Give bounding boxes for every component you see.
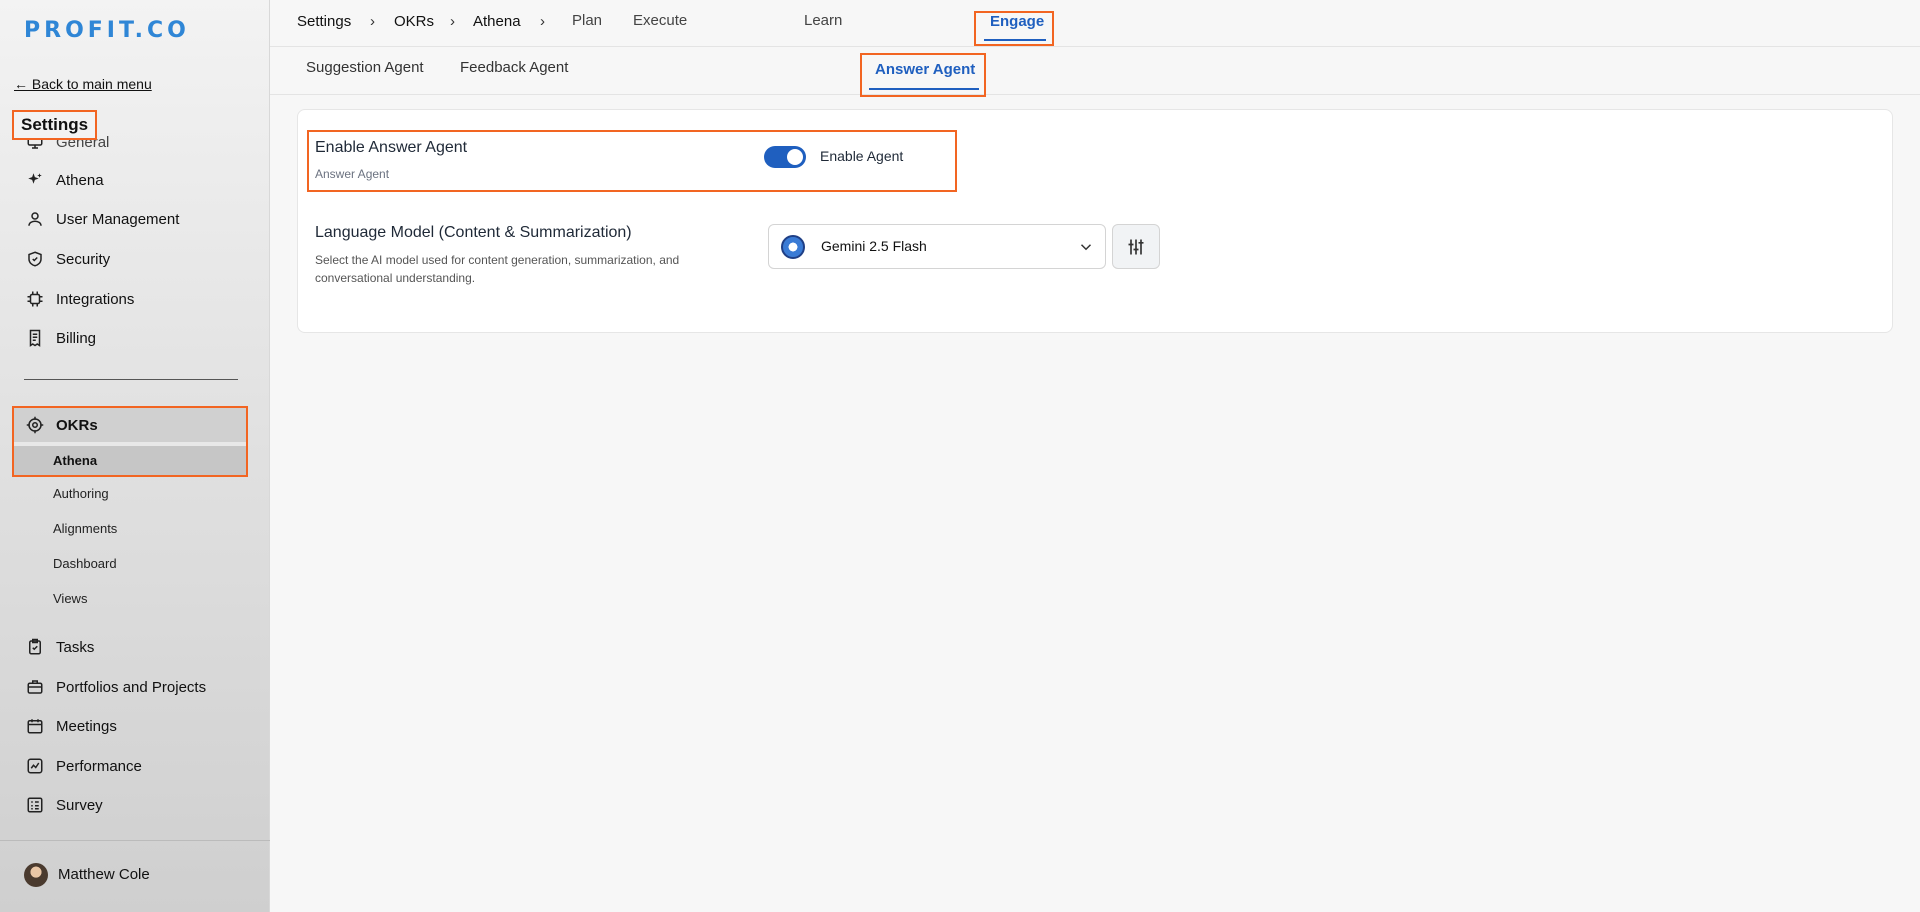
language-model-description: Select the AI model used for content gen… [315,253,680,285]
sidebar-item-label: Athena [56,171,104,189]
tab-answer-agent-label: Answer Agent [875,61,976,78]
sidebar-item-label: Tasks [56,638,95,656]
user-name[interactable]: Matthew Cole [58,866,150,883]
sidebar-divider [24,379,238,380]
briefcase-icon [26,678,44,696]
sidebar-item-tasks[interactable]: Tasks [26,635,94,659]
sidebar-item-label: Billing [56,329,97,347]
calendar-icon [26,717,44,735]
settings-heading: Settings [12,110,98,140]
active-subtab-underline [869,88,979,90]
enable-agent-label: Enable Agent [820,148,904,164]
sidebar-item-security[interactable]: Security [26,247,110,271]
sidebar-item-okrs[interactable]: OKRs [14,408,246,442]
sidebar: PROFIT.CO ← Back to main menu Settings G… [0,0,270,912]
language-model-select[interactable]: Gemini 2.5 Flash [768,224,1106,269]
profitco-logo[interactable]: PROFIT.CO [24,18,190,43]
okrs-subitem-athena-active[interactable]: Athena [14,446,246,475]
shield-icon [26,250,44,268]
breadcrumb-athena[interactable]: Athena [473,13,521,30]
sidebar-item-athena[interactable]: Athena [26,168,104,192]
receipt-icon [26,329,44,347]
sidebar-item-survey[interactable]: Survey [26,793,103,817]
sidebar-item-portfolios-and-projects[interactable]: Portfolios and Projects [26,675,206,699]
user-icon [26,210,44,228]
breadcrumb-separator: › [370,13,375,30]
sidebar-item-label: Meetings [56,717,117,735]
tab-suggestion-agent[interactable]: Suggestion Agent [306,59,424,76]
breadcrumb-separator: › [450,13,455,30]
okrs-subitem-alignments[interactable]: Alignments [53,521,117,536]
language-model-selected-value: Gemini 2.5 Flash [821,238,927,254]
breadcrumb-settings[interactable]: Settings [297,13,351,30]
active-tab-underline [984,39,1046,41]
top-navigation-bar: Settings › OKRs › Athena › Plan Execute … [270,0,1920,47]
tab-execute[interactable]: Execute [633,12,687,29]
back-to-main-menu-link[interactable]: ← Back to main menu [14,76,152,92]
sidebar-item-performance[interactable]: Performance [26,754,142,778]
enable-answer-agent-subtitle: Answer Agent [315,167,390,181]
target-icon [26,416,44,434]
sidebar-item-label: Survey [56,796,103,814]
sliders-icon [1128,239,1144,254]
breadcrumb-separator: › [540,13,545,30]
language-model-title: Language Model (Content & Summarization) [315,224,632,241]
sidebar-item-billing[interactable]: Billing [26,326,96,350]
tab-engage[interactable]: Engage [974,11,1054,46]
sidebar-item-label: User Management [56,210,180,228]
enable-answer-agent-section: Enable Answer Agent Answer Agent Enable … [307,130,957,192]
breadcrumb-okrs[interactable]: OKRs [394,13,434,30]
tab-learn[interactable]: Learn [804,12,842,29]
sidebar-item-label: Performance [56,757,142,775]
okrs-subitem-dashboard[interactable]: Dashboard [53,556,117,571]
enable-agent-toggle[interactable] [764,146,806,168]
okrs-subitem-authoring[interactable]: Authoring [53,486,109,501]
sidebar-item-user-management[interactable]: User Management [26,207,179,231]
clipboard-check-icon [26,638,44,656]
agent-subtabs: Suggestion Agent Feedback Agent Answer A… [270,47,1920,97]
tab-plan[interactable]: Plan [572,12,602,29]
sidebar-item-label: Integrations [56,290,135,308]
chip-icon [26,290,44,308]
tab-answer-agent[interactable]: Answer Agent [860,53,986,97]
sidebar-footer: Matthew Cole [0,840,270,912]
sidebar-item-label: Portfolios and Projects [56,678,207,696]
avatar[interactable] [24,863,48,887]
survey-list-icon [26,796,44,814]
gemini-model-icon [781,235,805,259]
toggle-knob [787,149,803,165]
tab-engage-label: Engage [990,13,1045,30]
trend-chart-icon [26,757,44,775]
sidebar-item-meetings[interactable]: Meetings [26,714,117,738]
okrs-subitem-views[interactable]: Views [53,591,87,606]
model-settings-button[interactable] [1112,224,1160,269]
enable-answer-agent-title: Enable Answer Agent [315,139,468,156]
sidebar-item-label: OKRs [56,416,98,434]
answer-agent-settings-card: Enable Answer Agent Answer Agent Enable … [297,109,1893,333]
sidebar-item-integrations[interactable]: Integrations [26,287,134,311]
tab-feedback-agent[interactable]: Feedback Agent [460,59,568,76]
sidebar-item-label: Security [56,250,111,268]
okrs-group: OKRs Athena [12,406,248,477]
sparkle-icon [26,171,44,189]
chevron-down-icon [1080,244,1092,251]
